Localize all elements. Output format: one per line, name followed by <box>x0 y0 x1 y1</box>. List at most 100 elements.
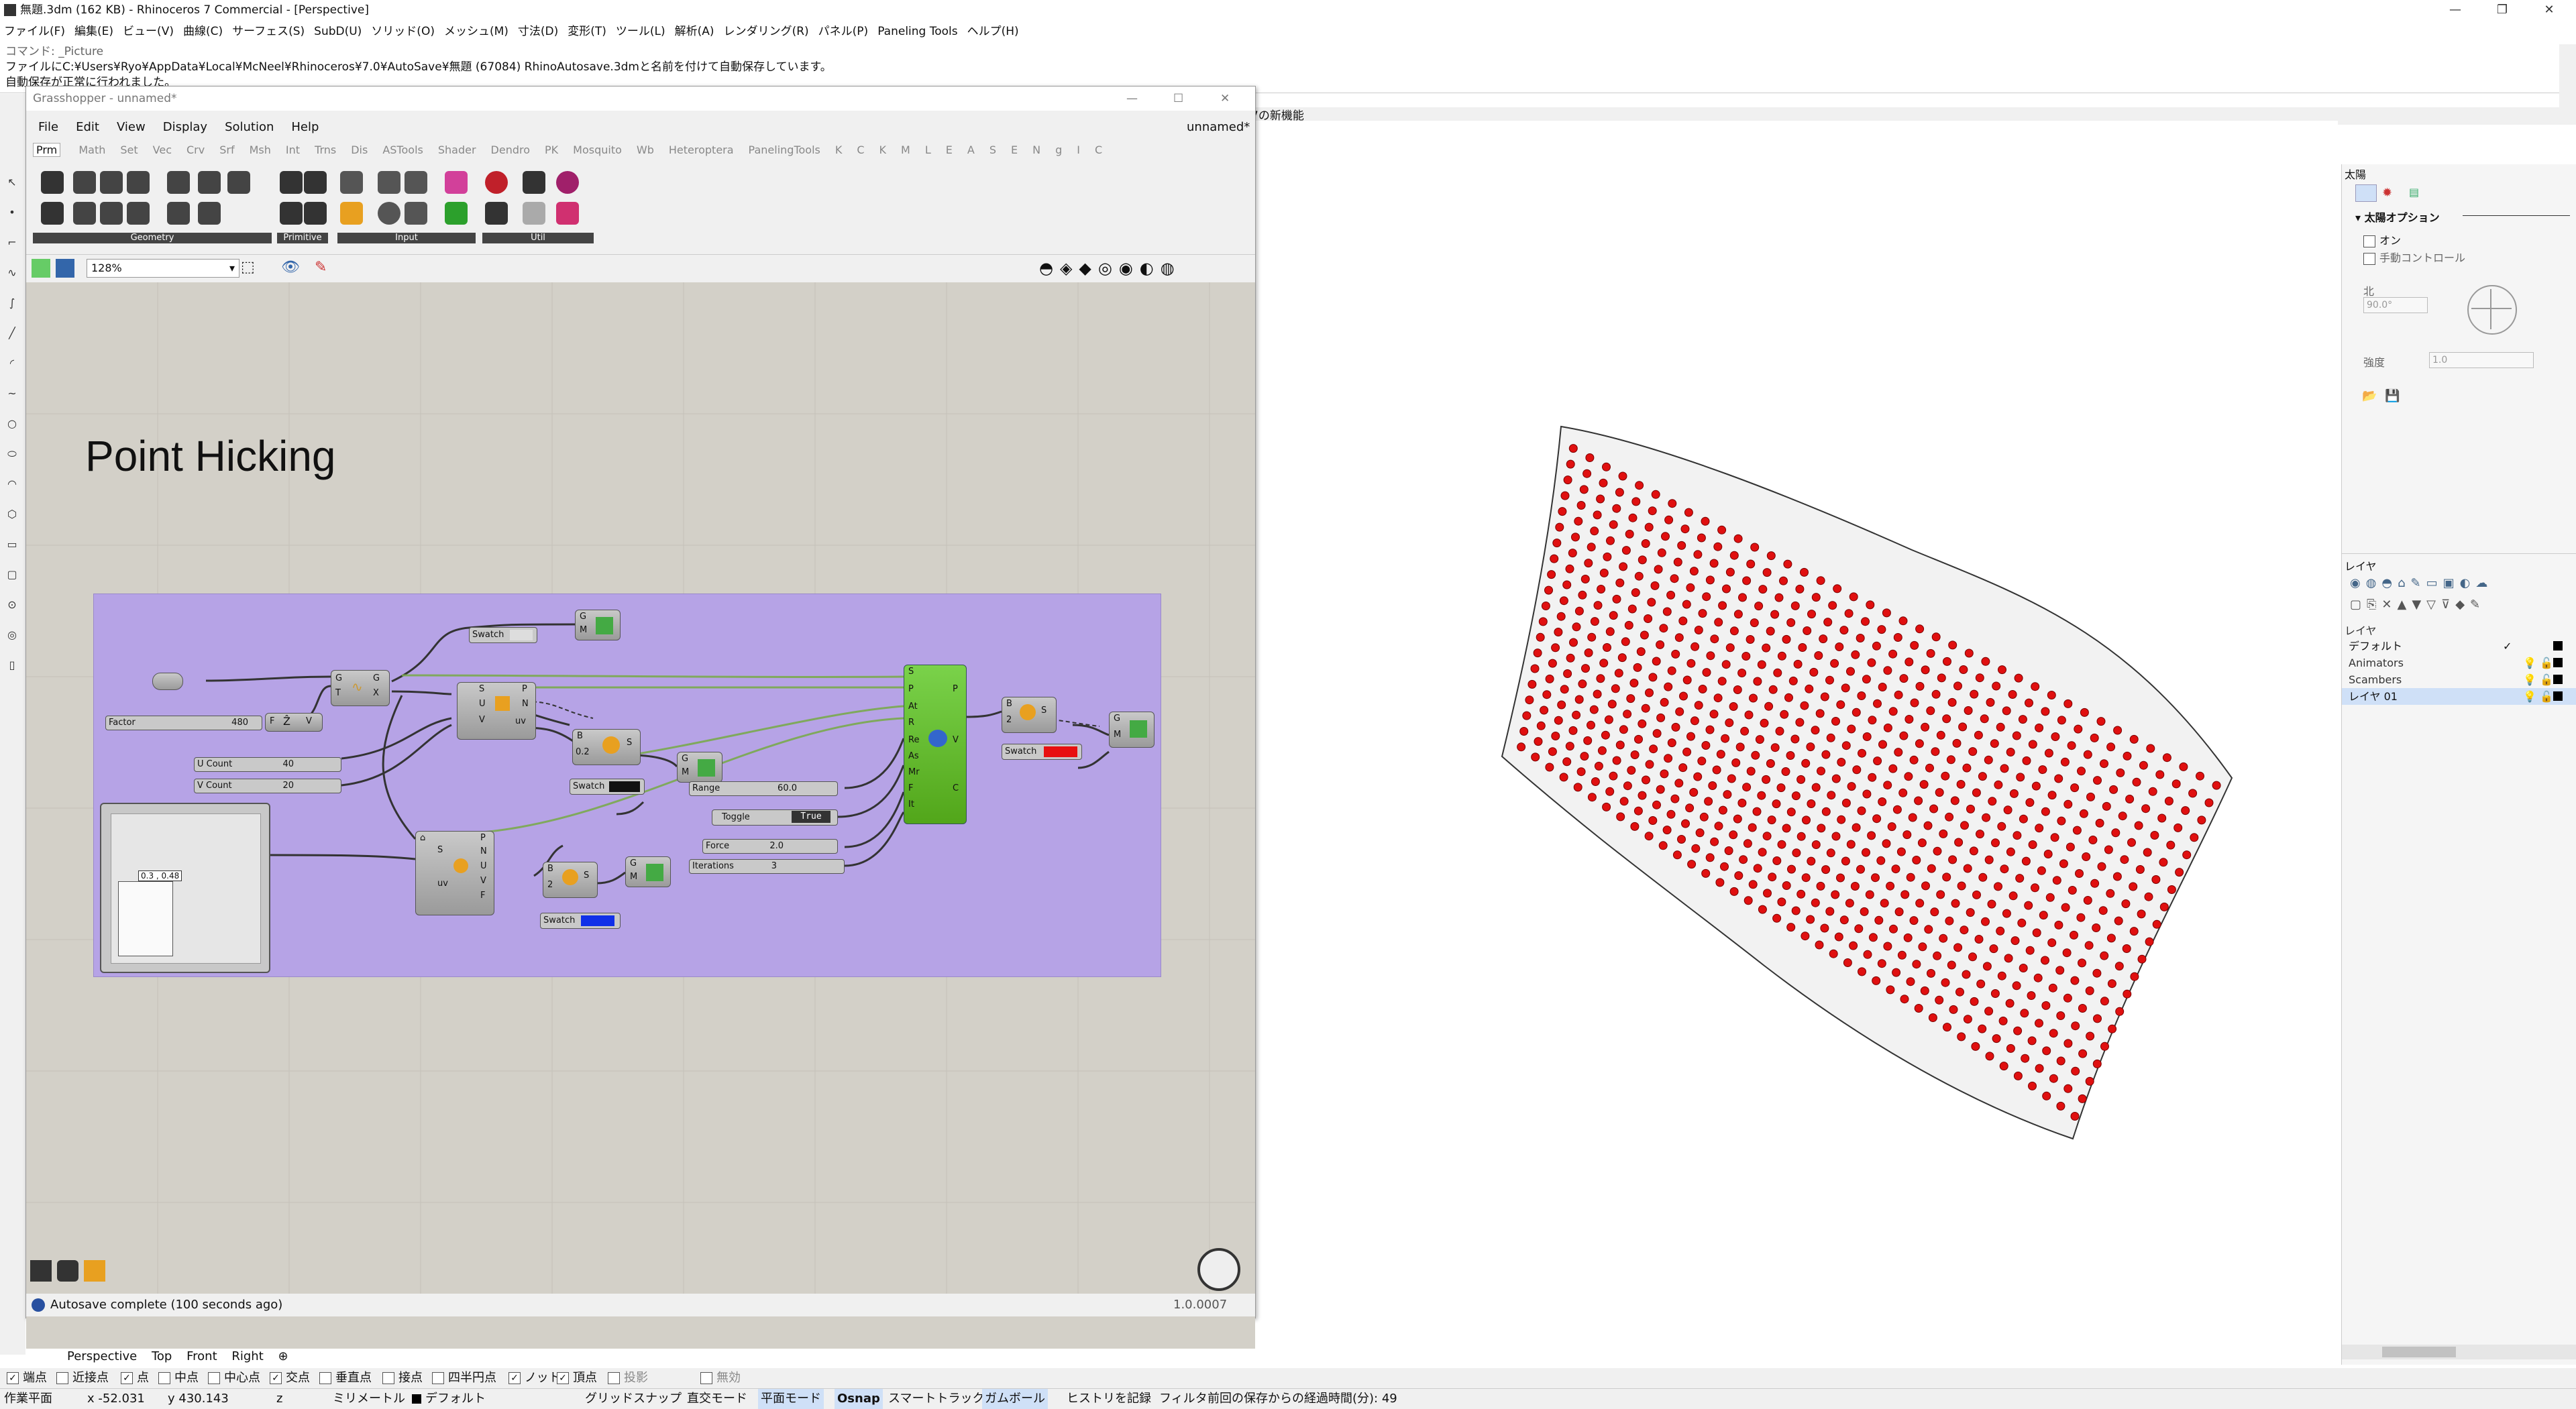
surface-point[interactable] <box>1649 744 1658 754</box>
surface-point[interactable] <box>2063 1039 2073 1048</box>
surface-point[interactable] <box>1821 865 1831 875</box>
surface-point[interactable] <box>1674 633 1684 642</box>
surface-point[interactable] <box>1547 570 1556 579</box>
surface-point[interactable] <box>1953 681 1962 691</box>
surface-point[interactable] <box>1968 952 1977 962</box>
surface-point[interactable] <box>1877 959 1886 968</box>
surface-point[interactable] <box>1738 593 1747 602</box>
select-tool-icon[interactable]: ↖ <box>4 174 20 190</box>
surface-point[interactable] <box>1658 841 1668 850</box>
surface-point[interactable] <box>1617 653 1627 663</box>
pt-sphere-component-2[interactable]: B2S <box>543 862 598 898</box>
surface-point[interactable] <box>1994 882 2002 891</box>
osnap-disable[interactable]: 無効 <box>700 1368 741 1388</box>
surface-point[interactable] <box>1948 640 1957 650</box>
surface-point[interactable] <box>1883 666 1892 675</box>
surface-point[interactable] <box>1679 691 1688 701</box>
sun-on-checkbox[interactable]: オン <box>2363 231 2401 247</box>
custom-preview-right[interactable]: GM <box>1109 712 1155 748</box>
surface-point[interactable] <box>1584 559 1593 568</box>
surface-point[interactable] <box>1902 830 1912 840</box>
surface-point[interactable] <box>2055 966 2065 975</box>
surface-point[interactable] <box>2047 791 2057 800</box>
gh-tab[interactable]: C <box>857 144 864 156</box>
surface-point[interactable] <box>1686 583 1695 592</box>
surface-point[interactable] <box>1862 732 1872 741</box>
folder-icon[interactable]: 📂 <box>2362 389 2378 404</box>
brep-param-icon[interactable] <box>227 171 250 194</box>
surface-point[interactable] <box>1873 699 1882 708</box>
surface-point[interactable] <box>1607 699 1617 709</box>
surface-point[interactable] <box>1777 651 1786 661</box>
flask-icon[interactable] <box>556 202 579 225</box>
surface-point[interactable] <box>1807 856 1816 866</box>
surface-point[interactable] <box>1701 741 1711 750</box>
surface-point[interactable] <box>1772 913 1782 923</box>
surface-point[interactable] <box>2044 748 2053 758</box>
surface-point[interactable] <box>1772 856 1782 865</box>
surface-point[interactable] <box>1811 783 1821 792</box>
swatch-red[interactable]: Swatch <box>1002 744 1082 760</box>
surface-point[interactable] <box>1645 688 1654 697</box>
surface-point[interactable] <box>2074 724 2083 734</box>
surface-point[interactable] <box>1534 737 1543 746</box>
surface-point[interactable] <box>2084 941 2094 950</box>
menu-subd[interactable]: SubD(U) <box>314 25 362 38</box>
surface-point[interactable] <box>2129 734 2139 744</box>
surface-point[interactable] <box>1574 695 1584 704</box>
surface-point[interactable] <box>1743 839 1752 848</box>
surface-point[interactable] <box>1723 790 1732 799</box>
surface-point[interactable] <box>1906 872 1915 882</box>
surface-point[interactable] <box>2063 799 2073 809</box>
surface-point[interactable] <box>1593 601 1603 610</box>
surface-point[interactable] <box>1766 626 1775 636</box>
surface-point[interactable] <box>1722 584 1731 594</box>
surface-point[interactable] <box>1795 584 1805 594</box>
surface-point[interactable] <box>1734 871 1743 881</box>
surface-point[interactable] <box>1782 824 1791 833</box>
surface-point[interactable] <box>1919 780 1929 789</box>
surface-point[interactable] <box>2190 833 2199 842</box>
surface-point[interactable] <box>1851 708 1861 717</box>
point-tool-icon[interactable]: • <box>4 205 20 221</box>
surface-point[interactable] <box>1790 601 1800 610</box>
swatch-black[interactable]: Swatch <box>570 779 645 795</box>
surface-point[interactable] <box>2063 993 2072 1003</box>
surface-point[interactable] <box>1574 606 1584 616</box>
sketch-pen-icon[interactable]: ✎ <box>315 259 335 278</box>
surface-point[interactable] <box>1517 742 1526 752</box>
surface-point[interactable] <box>2018 715 2027 724</box>
surface-point[interactable] <box>1542 690 1552 699</box>
surface-point[interactable] <box>1638 555 1647 565</box>
surface-point[interactable] <box>1580 575 1590 583</box>
surface-point[interactable] <box>2092 1059 2102 1068</box>
layer-panel-hscrollbar[interactable] <box>2342 1345 2576 1359</box>
surface-point[interactable] <box>1656 785 1665 794</box>
gh-tab[interactable]: K <box>879 144 887 156</box>
intensity-input[interactable]: 1.0 <box>2429 352 2534 368</box>
gh-tab[interactable]: Set <box>120 144 138 156</box>
surface-point[interactable] <box>2125 795 2135 803</box>
surface-point[interactable] <box>2042 1091 2051 1101</box>
surface-point[interactable] <box>1758 905 1767 914</box>
surface-point[interactable] <box>2059 859 2068 868</box>
surface-point[interactable] <box>1858 967 1866 976</box>
surface-point[interactable] <box>2031 883 2039 893</box>
surface-point[interactable] <box>1678 763 1688 773</box>
surface-point[interactable] <box>1994 780 2003 789</box>
surface-point[interactable] <box>1782 634 1791 644</box>
surface-point[interactable] <box>2013 1071 2023 1080</box>
surface-point[interactable] <box>1662 607 1672 616</box>
surface-point[interactable] <box>1970 689 1979 699</box>
surface-point[interactable] <box>2100 1041 2109 1051</box>
surface-point[interactable] <box>1779 576 1788 585</box>
surface-point[interactable] <box>2188 789 2198 798</box>
surface-point[interactable] <box>1550 554 1559 563</box>
cylinder-tool-icon[interactable]: ⊙ <box>4 597 20 613</box>
surface-point[interactable] <box>1619 797 1629 806</box>
surface-point[interactable] <box>1593 510 1602 520</box>
surface-point[interactable] <box>2139 760 2148 770</box>
surface-point[interactable] <box>2005 999 2015 1008</box>
surface-point[interactable] <box>1978 772 1987 781</box>
surface-point[interactable] <box>1897 950 1907 960</box>
